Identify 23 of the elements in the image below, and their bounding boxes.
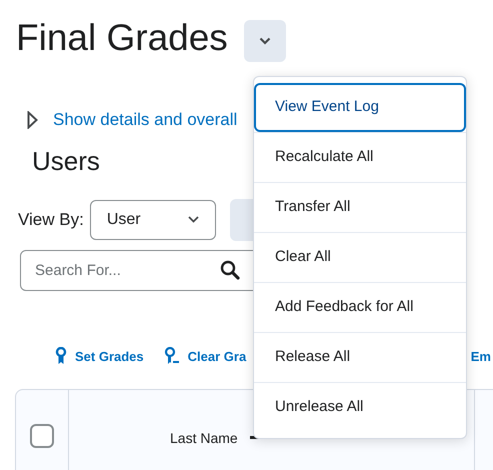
menu-item[interactable]: Recalculate All [254, 133, 466, 182]
menu-item[interactable]: Unrelease All [254, 383, 466, 432]
menu-item[interactable]: Transfer All [254, 183, 466, 232]
toolbar-link[interactable]: Clear Gra [164, 346, 246, 366]
select-all-checkbox[interactable] [30, 424, 54, 448]
menu-item[interactable]: View Event Log [254, 83, 466, 132]
toolbar-link[interactable]: Set Grades [55, 346, 144, 366]
section-title: Users [32, 144, 100, 176]
page-title: Final Grades [16, 16, 228, 60]
menu-item[interactable]: Release All [254, 333, 466, 382]
view-by-select[interactable]: User [90, 200, 216, 240]
show-details-link[interactable]: Show details and overall [53, 107, 238, 132]
search-icon[interactable] [220, 260, 240, 280]
menu-item[interactable]: Add Feedback for All [254, 283, 466, 332]
ribbon-icon [55, 347, 67, 366]
toolbar-link[interactable]: Em [470, 346, 491, 366]
menu-item[interactable]: Clear All [254, 233, 466, 282]
chevron-down-icon [258, 37, 271, 45]
column-header[interactable]: Last Name [170, 428, 238, 449]
expand-triangle-icon[interactable] [27, 110, 38, 129]
view-by-label: View By: [18, 208, 84, 231]
ribbon-minus-icon [164, 347, 180, 366]
chevron-down-icon [188, 216, 199, 223]
